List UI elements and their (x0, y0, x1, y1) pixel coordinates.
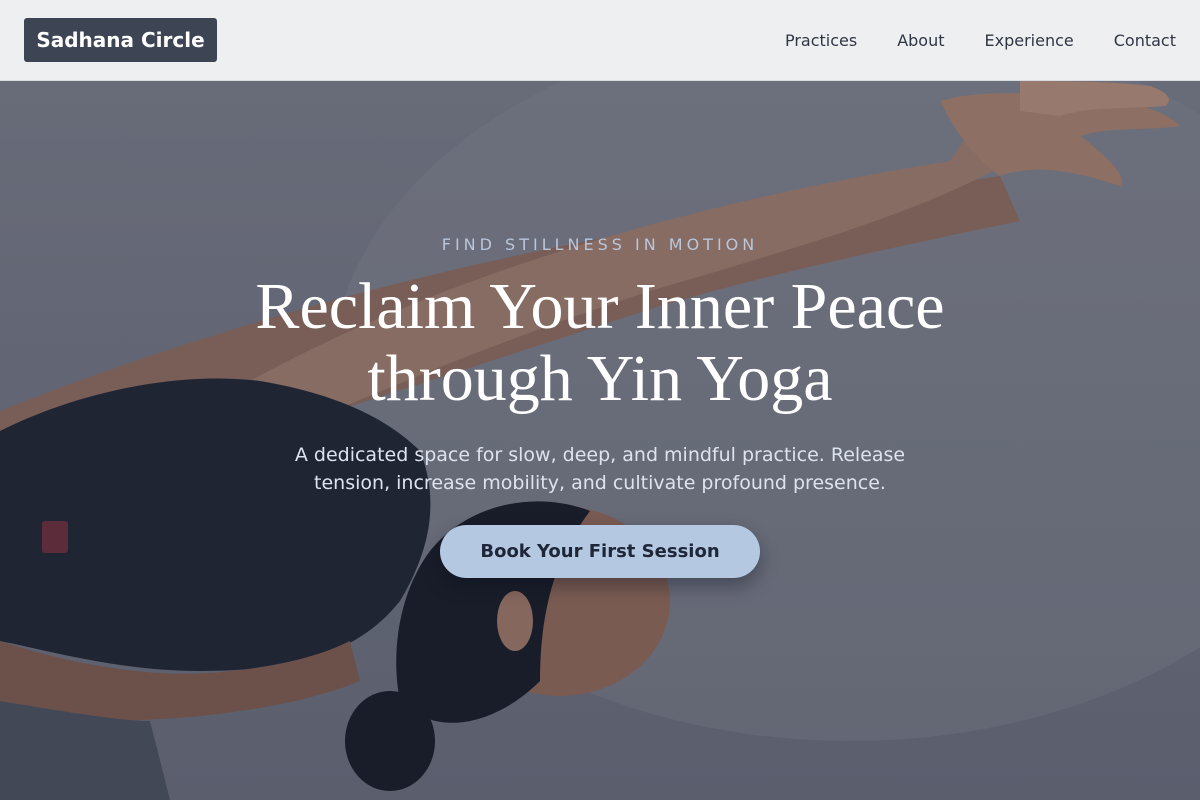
hero-subtext: A dedicated space for slow, deep, and mi… (294, 444, 906, 494)
hero-eyebrow: FIND STILLNESS IN MOTION (441, 235, 759, 254)
nav-link-about[interactable]: About (897, 31, 944, 50)
brand-logo[interactable]: Sadhana Circle (24, 18, 217, 62)
site-header: Sadhana Circle Practices About Experienc… (0, 0, 1200, 81)
hero-headline-line1: Reclaim Your Inner Peace (255, 270, 945, 343)
hero-headline-line2: through Yin Yoga (367, 342, 833, 415)
nav-link-contact[interactable]: Contact (1114, 31, 1176, 50)
hero-headline: Reclaim Your Inner Peace through Yin Yog… (100, 271, 1100, 415)
nav-link-experience[interactable]: Experience (985, 31, 1074, 50)
nav-link-practices[interactable]: Practices (785, 31, 857, 50)
hero-section: FIND STILLNESS IN MOTION Reclaim Your In… (0, 81, 1200, 800)
main-nav: Practices About Experience Contact (785, 0, 1176, 80)
book-session-button[interactable]: Book Your First Session (440, 525, 760, 578)
